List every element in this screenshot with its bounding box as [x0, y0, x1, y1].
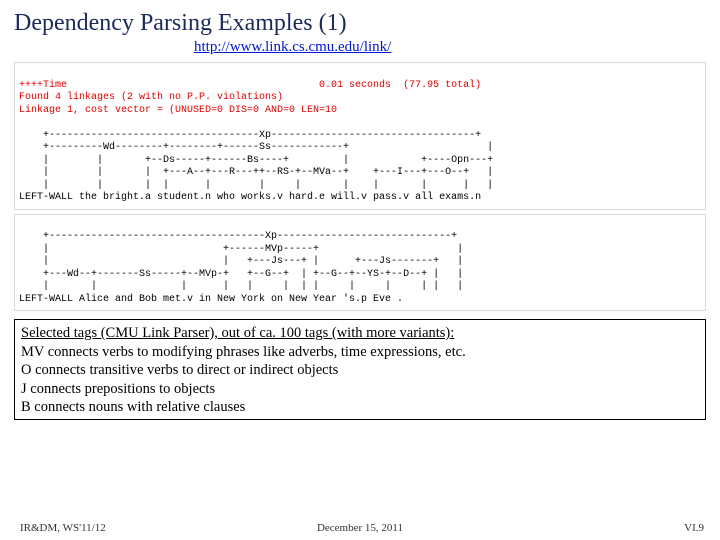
parse-1-diagram: +-----------------------------------Xp--…	[19, 130, 493, 204]
tag-o: O connects transitive verbs to direct or…	[21, 362, 338, 378]
slide-title: Dependency Parsing Examples (1)	[14, 10, 706, 37]
tag-j: J connects prepositions to objects	[21, 381, 215, 397]
parse-1-header: ++++Time 0.01 seconds (77.95 total) Foun…	[19, 80, 481, 116]
parse-2-diagram: +------------------------------------Xp-…	[19, 231, 463, 305]
tag-mv: MV connects verbs to modifying phrases l…	[21, 344, 466, 360]
source-link[interactable]: http://www.link.cs.cmu.edu/link/	[194, 39, 706, 56]
tags-heading: Selected tags (CMU Link Parser), out of …	[21, 325, 454, 341]
tag-b: B connects nouns with relative clauses	[21, 399, 245, 415]
footer-right: VI.9	[684, 522, 704, 534]
parse-output-2: +------------------------------------Xp-…	[14, 214, 706, 312]
footer-center: December 15, 2011	[0, 522, 720, 534]
parse-output-1: ++++Time 0.01 seconds (77.95 total) Foun…	[14, 62, 706, 210]
tags-explanation-box: Selected tags (CMU Link Parser), out of …	[14, 319, 706, 420]
